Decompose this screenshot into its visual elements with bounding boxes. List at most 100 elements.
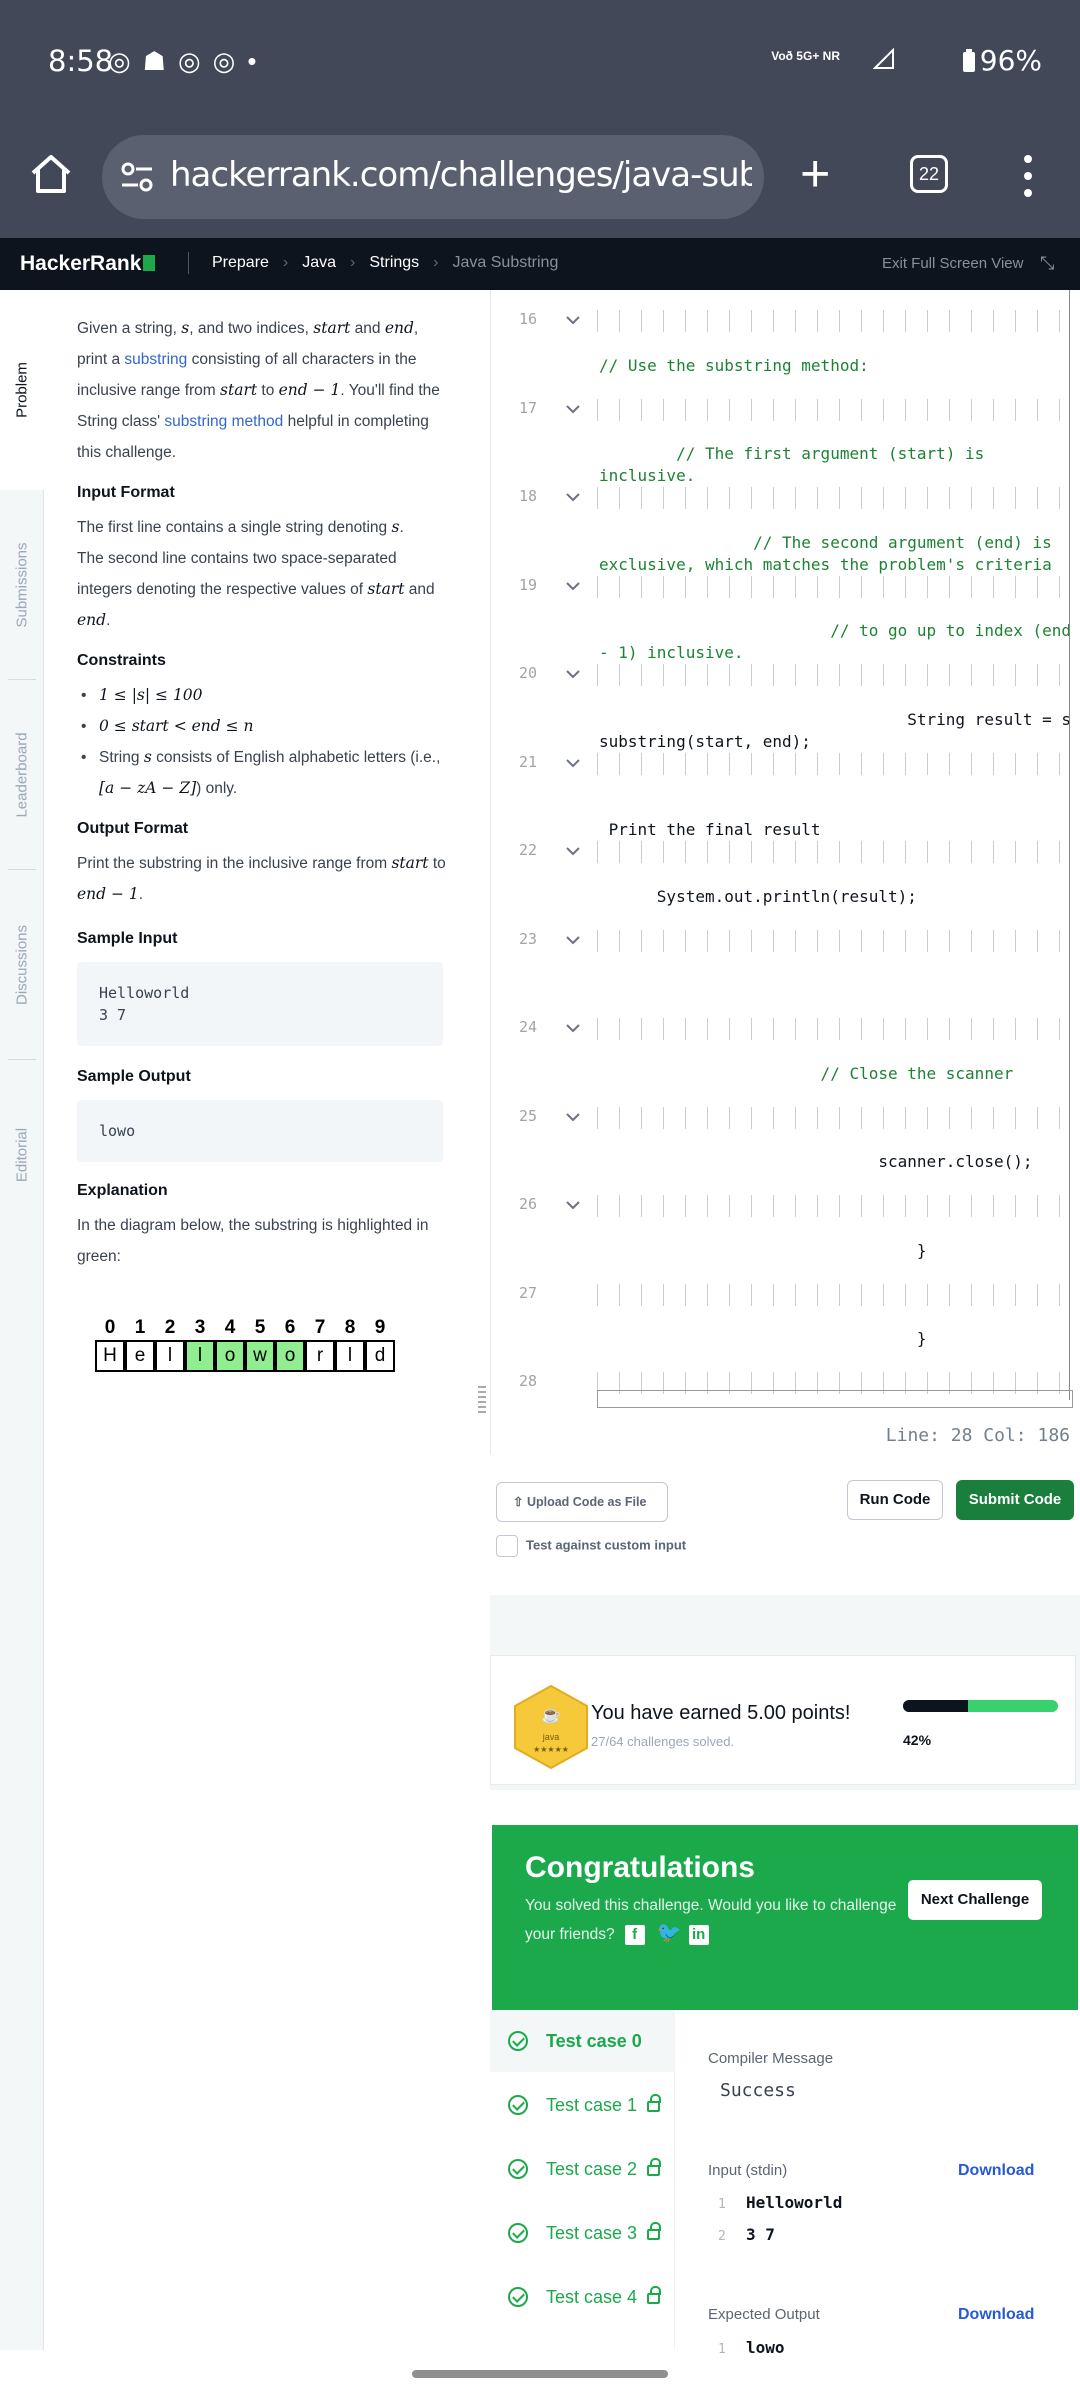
svg-text:☕: ☕ bbox=[541, 1705, 561, 1724]
substring-link[interactable]: substring bbox=[124, 351, 187, 368]
code-line[interactable]: / Print the final result bbox=[599, 797, 1080, 841]
substring-method-link[interactable]: substring method bbox=[164, 413, 283, 430]
chevron-right-icon: › bbox=[433, 254, 439, 271]
indent-guides bbox=[597, 841, 1080, 863]
code-line[interactable]: // Close the scanner bbox=[599, 1063, 1014, 1085]
fold-chevron-icon[interactable] bbox=[563, 1198, 583, 1212]
hackerrank-logo[interactable]: HackerRank bbox=[20, 252, 156, 276]
diagram-letter: l bbox=[155, 1340, 185, 1372]
breadcrumb-strings[interactable]: Strings bbox=[369, 254, 419, 271]
editor-current-line bbox=[597, 1390, 1073, 1408]
pane-resize-handle[interactable] bbox=[478, 1385, 486, 1413]
input-format-text: The first line contains a single string … bbox=[77, 518, 435, 629]
diagram-index: 3 bbox=[194, 1317, 206, 1338]
battery-indicator: 96% bbox=[962, 44, 1042, 77]
diagram-letter: l bbox=[185, 1340, 215, 1372]
tab-switcher-button[interactable]: 22 bbox=[910, 155, 948, 193]
fold-chevron-icon[interactable] bbox=[563, 313, 583, 327]
tab-problem[interactable]: Problem bbox=[0, 290, 44, 490]
breadcrumb-java[interactable]: Java bbox=[302, 254, 336, 271]
facebook-icon[interactable]: f bbox=[624, 1925, 645, 1946]
fold-chevron-icon[interactable] bbox=[563, 933, 583, 947]
congratulations-banner: Congratulations You solved this challeng… bbox=[492, 1825, 1078, 2015]
tab-submissions[interactable]: Submissions bbox=[0, 490, 44, 680]
network-indicator: Voð 5G+ NR bbox=[771, 49, 840, 63]
breadcrumb-prepare[interactable]: Prepare bbox=[212, 254, 269, 271]
fold-chevron-icon[interactable] bbox=[563, 1110, 583, 1124]
diagram-index: 1 bbox=[134, 1317, 146, 1338]
code-line[interactable]: System.out.println(result); bbox=[599, 886, 917, 908]
site-settings-icon[interactable] bbox=[120, 161, 154, 193]
lock-icon bbox=[647, 2222, 662, 2240]
diagram-index: 0 bbox=[104, 1317, 116, 1338]
indent-guides bbox=[597, 310, 1080, 332]
indent-guides bbox=[597, 1106, 1080, 1129]
tab-leaderboard[interactable]: Leaderboard bbox=[0, 680, 44, 870]
site-header: HackerRank Prepare › Java › Strings › Java Sub… bbox=[0, 238, 1080, 290]
test-case-0[interactable]: Test case 0 bbox=[490, 2010, 675, 2072]
code-line[interactable]: // Use the substring method: bbox=[599, 355, 869, 377]
input-format-heading: Input Format bbox=[77, 484, 175, 501]
fold-chevron-icon[interactable] bbox=[563, 844, 583, 858]
run-code-button[interactable]: Run Code bbox=[847, 1480, 943, 1520]
logo-mark-icon bbox=[143, 255, 156, 271]
next-challenge-button[interactable]: Next Challenge bbox=[908, 1880, 1042, 1920]
test-results: Test case 0 Test case 1 Test case 2 Test… bbox=[490, 2010, 1080, 2357]
code-line[interactable]: scanner.close(); bbox=[599, 1151, 1032, 1173]
exit-fullscreen-link[interactable]: Exit Full Screen View bbox=[882, 255, 1023, 272]
diagram-letter: r bbox=[305, 1340, 335, 1372]
line-number: 27 bbox=[518, 1283, 537, 1302]
more-menu-icon[interactable] bbox=[1018, 151, 1038, 201]
svg-text:★★★★★: ★★★★★ bbox=[533, 1745, 569, 1754]
fold-chevron-icon[interactable] bbox=[563, 490, 583, 504]
code-line[interactable]: } bbox=[599, 1328, 927, 1350]
fold-chevron-icon[interactable] bbox=[563, 579, 583, 593]
test-case-2[interactable]: Test case 2 bbox=[490, 2138, 675, 2200]
output-format-heading: Output Format bbox=[77, 820, 189, 837]
upload-code-button[interactable]: ⇧ Upload Code as File bbox=[496, 1482, 668, 1522]
diagram-index: 4 bbox=[224, 1317, 236, 1338]
submit-code-button[interactable]: Submit Code bbox=[956, 1480, 1074, 1520]
url-text[interactable]: hackerrank.com/challenges/java-substring… bbox=[170, 155, 752, 195]
code-line[interactable]: // The first argument (start) is inclusi… bbox=[599, 443, 984, 487]
test-case-1[interactable]: Test case 1 bbox=[490, 2074, 675, 2136]
tab-editorial[interactable]: Editorial bbox=[0, 1060, 44, 1250]
diagram-letter: w bbox=[245, 1340, 275, 1372]
diagram-index: 6 bbox=[284, 1317, 296, 1338]
twitter-icon[interactable]: 🐦 bbox=[657, 1923, 682, 1943]
chevron-right-icon: › bbox=[282, 254, 289, 271]
lock-icon bbox=[647, 2158, 662, 2176]
code-line[interactable]: // The second argument (end) is exclusiv… bbox=[599, 532, 1052, 576]
collapse-icon[interactable]: ⤡ bbox=[1040, 253, 1054, 274]
test-case-3[interactable]: Test case 3 bbox=[490, 2202, 675, 2264]
fold-chevron-icon[interactable] bbox=[563, 1021, 583, 1035]
browser-toolbar: hackerrank.com/challenges/java-substring… bbox=[0, 125, 1080, 238]
code-line[interactable]: // to go up to index (end - 1) inclusive… bbox=[599, 620, 1071, 664]
diagram-letter: d bbox=[365, 1340, 395, 1372]
tab-discussions[interactable]: Discussions bbox=[0, 870, 44, 1060]
custom-input-toggle[interactable]: Test against custom input bbox=[496, 1535, 686, 1557]
download-input-link[interactable]: Download bbox=[958, 2162, 1034, 2180]
linkedin-icon[interactable]: in bbox=[688, 1925, 709, 1946]
fold-chevron-icon[interactable] bbox=[563, 756, 583, 770]
home-icon[interactable] bbox=[28, 151, 74, 197]
breadcrumb-current: Java Substring bbox=[452, 254, 559, 271]
signal-icon bbox=[872, 47, 895, 73]
test-case-4[interactable]: Test case 4 bbox=[490, 2266, 675, 2328]
fold-chevron-icon[interactable] bbox=[563, 667, 583, 681]
gesture-home-bar[interactable] bbox=[412, 2370, 668, 2378]
code-line[interactable]: } bbox=[599, 1240, 927, 1262]
fold-chevron-icon[interactable] bbox=[563, 402, 583, 416]
diagram-letter: l bbox=[335, 1340, 365, 1372]
svg-text:java: java bbox=[542, 1732, 560, 1742]
problem-statement: Given a string, s, and two indices, star… bbox=[77, 313, 447, 1382]
download-output-link[interactable]: Download bbox=[958, 2306, 1034, 2324]
explanation-heading: Explanation bbox=[77, 1182, 168, 1199]
diagram-index: 2 bbox=[164, 1317, 176, 1338]
progress-percent: 42% bbox=[903, 1732, 932, 1748]
code-editor[interactable]: 16 17// Use the substring method: 18 // Th… bbox=[490, 290, 1080, 1455]
diagram-letter: o bbox=[215, 1340, 245, 1372]
code-line[interactable]: String result = s substring(start, end); bbox=[599, 709, 1071, 753]
new-tab-icon[interactable]: + bbox=[800, 148, 830, 200]
custom-input-checkbox[interactable] bbox=[496, 1535, 518, 1557]
